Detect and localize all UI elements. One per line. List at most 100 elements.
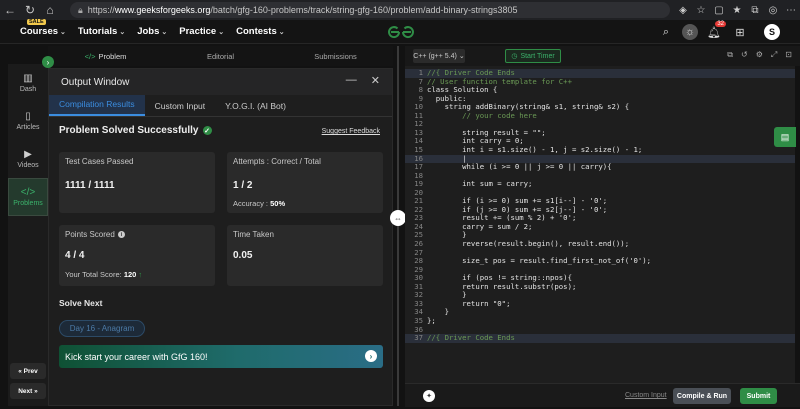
code-line[interactable]: 34 } <box>405 308 795 317</box>
more-icon[interactable]: ⋯ <box>782 5 800 16</box>
code-line[interactable]: 37 //{ Driver Code Ends <box>405 334 795 343</box>
expand-sidebar-icon[interactable]: › <box>42 56 54 68</box>
url-prefix: https:// <box>87 5 115 15</box>
tab-compilation-results[interactable]: Compilation Results <box>49 94 145 116</box>
fullscreen-icon[interactable]: ⤢ <box>771 50 777 60</box>
language-select[interactable]: C++ (g++ 5.4) ⌄ <box>413 49 465 63</box>
nav-label: Courses <box>20 26 59 37</box>
nav-courses[interactable]: SALE Courses ⌄ <box>20 19 66 37</box>
nav-tutorials[interactable]: Tutorials ⌄ <box>78 26 125 37</box>
total-score-text: Your Total Score: 120 ↑ <box>65 270 142 279</box>
arrow-up-icon: ↑ <box>138 270 143 279</box>
copy-icon[interactable]: ⧉ <box>727 50 733 60</box>
next-problem-chip[interactable]: Day 16 - Anagram <box>59 320 145 337</box>
sidebar-item-problems[interactable]: </> Problems <box>8 178 48 216</box>
custom-input-link[interactable]: Custom Input <box>625 392 667 399</box>
chevron-down-icon: ⌄ <box>60 29 66 36</box>
start-timer-button[interactable]: ◷ Start Timer <box>505 49 561 63</box>
lock-icon: 🔒︎ <box>78 4 83 15</box>
lightbulb-icon[interactable]: ✦ <box>423 390 435 402</box>
code-line[interactable]: 19 int sum = carry; <box>405 180 795 189</box>
code-line[interactable]: 26 reverse(result.begin(), result.end())… <box>405 239 795 249</box>
translate-icon[interactable]: ⊞ <box>730 26 750 39</box>
split-screen-icon[interactable]: ▢ <box>710 5 728 16</box>
card-label: Points Scored i <box>65 230 125 239</box>
promo-text: Kick start your career with GfG 160! <box>65 351 208 362</box>
card-label: Attempts : Correct / Total <box>233 157 321 166</box>
code-text: //{ Driver Code Ends <box>427 333 515 343</box>
test-cases-value: 1111 / 1111 <box>65 180 115 191</box>
address-bar[interactable]: 🔒︎ https://www.geeksforgeeks.org/batch/g… <box>70 2 670 18</box>
code-text: // your code here <box>427 110 537 120</box>
home-icon[interactable]: ⌂ <box>40 0 60 20</box>
code-editor[interactable]: 1//{ Driver Code Ends 7// User function t… <box>405 66 795 383</box>
nav-label: Jobs <box>137 26 160 37</box>
chat-icon[interactable]: ▤ <box>774 127 796 147</box>
timer-icon: ◷ <box>511 53 518 60</box>
code-icon: </> <box>20 187 36 198</box>
resize-handle-icon[interactable]: ⇔ <box>390 210 406 226</box>
sidebar-item-dash[interactable]: ▥ Dash <box>8 64 48 102</box>
theme-toggle-icon[interactable]: ☼ <box>682 24 698 40</box>
extension-icon[interactable]: ◈ <box>674 5 692 16</box>
sale-badge: SALE <box>27 19 46 25</box>
next-button[interactable]: Next » <box>10 383 46 399</box>
submit-button[interactable]: Submit <box>740 388 777 404</box>
code-text: size_t pos = result.find_first_not_of('0… <box>427 256 652 266</box>
favorite-icon[interactable]: ☆ <box>692 5 710 16</box>
back-arrow-icon[interactable]: ← <box>0 0 20 20</box>
accuracy-label: Accuracy : <box>233 199 269 208</box>
code-line[interactable]: 28 size_t pos = result.find_first_not_of… <box>405 257 795 266</box>
sidebar-item-videos[interactable]: ▶ Videos <box>8 140 48 178</box>
output-window: Output Window — ✕ Compilation Results Cu… <box>48 68 393 406</box>
close-icon[interactable]: ✕ <box>371 74 380 87</box>
info-icon[interactable]: i <box>117 231 125 238</box>
chevron-down-icon: ⌄ <box>218 29 225 36</box>
compile-run-button[interactable]: Compile & Run <box>673 388 731 404</box>
article-icon: ▯ <box>25 111 31 122</box>
tab-submissions[interactable]: Submissions <box>278 52 393 61</box>
points-value: 4 / 4 <box>65 250 85 261</box>
avatar[interactable]: S <box>764 24 780 40</box>
gfg-logo[interactable] <box>385 25 417 39</box>
settings-icon[interactable]: ⚙ <box>756 50 763 60</box>
profile-icon[interactable]: ◎ <box>764 5 782 16</box>
tab-editorial[interactable]: Editorial <box>163 52 278 61</box>
expand-icon[interactable]: ⊡ <box>785 50 792 60</box>
tab-yogi-ai-bot[interactable]: Y.O.G.I. (AI Bot) <box>215 101 296 116</box>
code-line[interactable]: 33 return "0"; <box>405 299 795 309</box>
nav-practice[interactable]: Practice ⌄ <box>179 26 224 37</box>
search-icon[interactable]: ⌕ <box>656 26 676 39</box>
notification-bell-icon[interactable]: 🔔︎ 32 <box>704 20 726 39</box>
test-cases-card: Test Cases Passed 1111 / 1111 <box>59 152 215 213</box>
panel-divider[interactable] <box>397 46 399 406</box>
nav-jobs[interactable]: Jobs ⌄ <box>137 26 167 37</box>
minimize-icon[interactable]: — <box>346 74 357 87</box>
reload-icon[interactable]: ↻ <box>20 0 40 20</box>
chevron-down-icon: ⌄ <box>161 29 168 36</box>
code-line[interactable]: 35}; <box>405 316 795 326</box>
promo-banner[interactable]: Kick start your career with GfG 160! › <box>59 345 383 368</box>
url-path: /batch/gfg-160-problems/track/string-gfg… <box>210 5 518 15</box>
nav-contests[interactable]: Contests ⌄ <box>236 26 285 37</box>
code-line[interactable]: 17 while (i >= 0 || j >= 0 || carry){ <box>405 163 795 172</box>
suggest-feedback-link[interactable]: Suggest Feedback <box>322 128 380 135</box>
editor-footer: ✦ Custom Input Compile & Run Submit <box>405 383 800 407</box>
favorites-list-icon[interactable]: ★ <box>728 5 746 16</box>
code-line[interactable]: 11 // your code here <box>405 110 795 121</box>
line-number: 37 <box>414 333 423 343</box>
collections-icon[interactable]: ⧉ <box>746 5 764 16</box>
sidebar-item-articles[interactable]: ▯ Articles <box>8 102 48 140</box>
sidebar-item-label: Videos <box>17 162 39 169</box>
arrow-right-icon[interactable]: › <box>365 350 377 362</box>
output-tabs: Compilation Results Custom Input Y.O.G.I… <box>49 94 392 117</box>
tab-custom-input[interactable]: Custom Input <box>145 101 216 116</box>
nav-label: Contests <box>236 26 277 37</box>
tab-problem[interactable]: </> Problem <box>48 52 163 61</box>
language-value: C++ (g++ 5.4) <box>413 52 457 60</box>
sidebar-item-label: Problems <box>13 200 43 207</box>
prev-button[interactable]: « Prev <box>10 363 46 379</box>
sidebar-item-label: Articles <box>16 124 40 131</box>
output-window-title: Output Window <box>61 76 130 88</box>
reset-icon[interactable]: ↺ <box>741 50 748 60</box>
